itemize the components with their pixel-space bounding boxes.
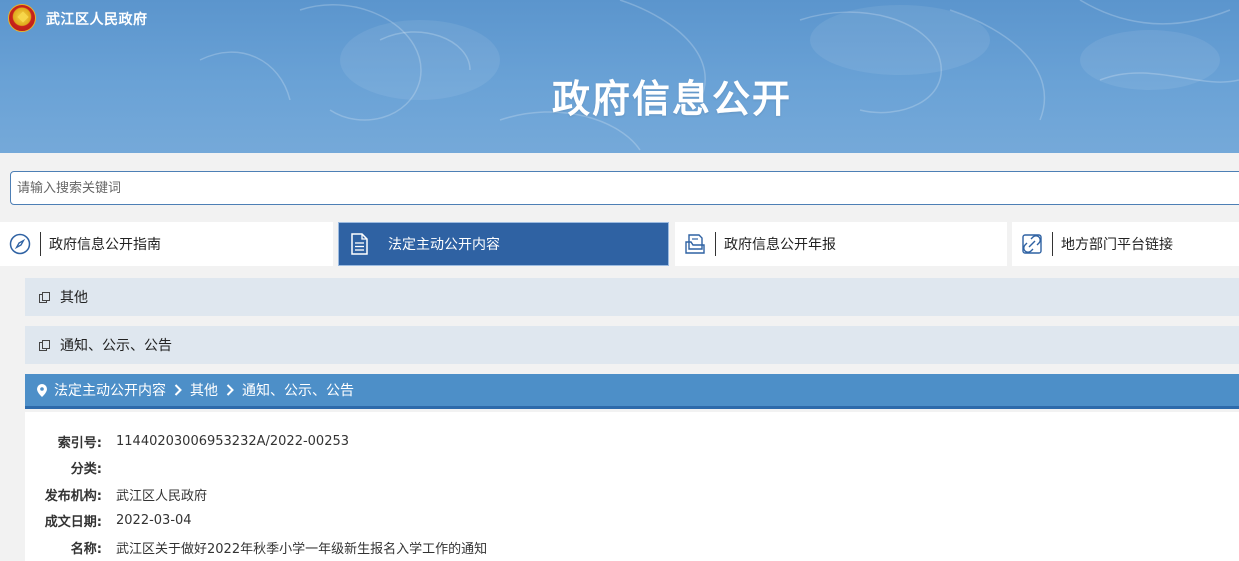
category-label: 其他 xyxy=(60,290,88,306)
tab-disclosure-guide[interactable]: 政府信息公开指南 xyxy=(0,222,333,266)
national-emblem-icon xyxy=(8,4,36,32)
info-key: 分类: xyxy=(70,461,102,477)
category-notices[interactable]: 通知、公示、公告 xyxy=(25,326,1239,364)
tab-separator xyxy=(40,232,41,256)
search-input[interactable] xyxy=(10,171,1239,205)
info-key: 成文日期: xyxy=(44,514,102,530)
link-icon xyxy=(1012,222,1052,266)
info-row-date: 成文日期: 2022-03-04 xyxy=(25,511,192,530)
info-row-index: 索引号: 11440203006953232A/2022-00253 xyxy=(25,432,350,451)
page-title: 政府信息公开 xyxy=(551,77,792,121)
breadcrumb-item[interactable]: 其他 xyxy=(190,380,218,400)
document-icon xyxy=(339,222,379,266)
header-banner: 武江区人民政府 政府信息公开 xyxy=(0,0,1239,153)
info-value: 武江区人民政府 xyxy=(116,488,208,504)
tab-label: 政府信息公开指南 xyxy=(49,237,161,253)
tab-annual-report[interactable]: 政府信息公开年报 xyxy=(675,222,1007,266)
tab-separator xyxy=(379,232,380,256)
info-row-publisher: 发布机构: 武江区人民政府 xyxy=(25,485,208,504)
info-value: 武江区关于做好2022年秋季小学一年级新生报名入学工作的通知 xyxy=(116,541,488,557)
document-info-panel: 索引号: 11440203006953232A/2022-00253 分类: 发… xyxy=(25,412,1239,561)
tab-label: 地方部门平台链接 xyxy=(1061,237,1173,253)
chevron-right-icon xyxy=(174,384,182,396)
info-key: 名称: xyxy=(70,541,102,557)
info-key: 索引号: xyxy=(57,435,102,451)
tab-department-links[interactable]: 地方部门平台链接 xyxy=(1012,222,1239,266)
info-key: 发布机构: xyxy=(44,488,102,504)
chevron-right-icon xyxy=(226,384,234,396)
copy-icon xyxy=(39,292,50,303)
report-stack-icon xyxy=(675,222,715,266)
breadcrumb-item[interactable]: 法定主动公开内容 xyxy=(54,380,166,400)
copy-icon xyxy=(39,340,50,351)
info-value: 11440203006953232A/2022-00253 xyxy=(116,433,350,449)
category-other[interactable]: 其他 xyxy=(25,278,1239,316)
site-name[interactable]: 武江区人民政府 xyxy=(46,9,148,29)
tab-separator xyxy=(715,232,716,256)
breadcrumb: 法定主动公开内容 其他 通知、公示、公告 xyxy=(25,374,1239,409)
tab-label: 法定主动公开内容 xyxy=(388,237,500,253)
location-pin-icon xyxy=(37,383,47,397)
tab-separator xyxy=(1052,232,1053,256)
info-row-category: 分类: xyxy=(25,458,116,477)
tab-statutory-content[interactable]: 法定主动公开内容 xyxy=(338,222,669,266)
info-value: 2022-03-04 xyxy=(116,512,192,528)
compass-icon xyxy=(0,222,40,266)
tab-label: 政府信息公开年报 xyxy=(724,237,836,253)
breadcrumb-item[interactable]: 通知、公示、公告 xyxy=(242,380,354,400)
category-label: 通知、公示、公告 xyxy=(60,338,172,354)
info-row-title: 名称: 武江区关于做好2022年秋季小学一年级新生报名入学工作的通知 xyxy=(25,538,488,557)
